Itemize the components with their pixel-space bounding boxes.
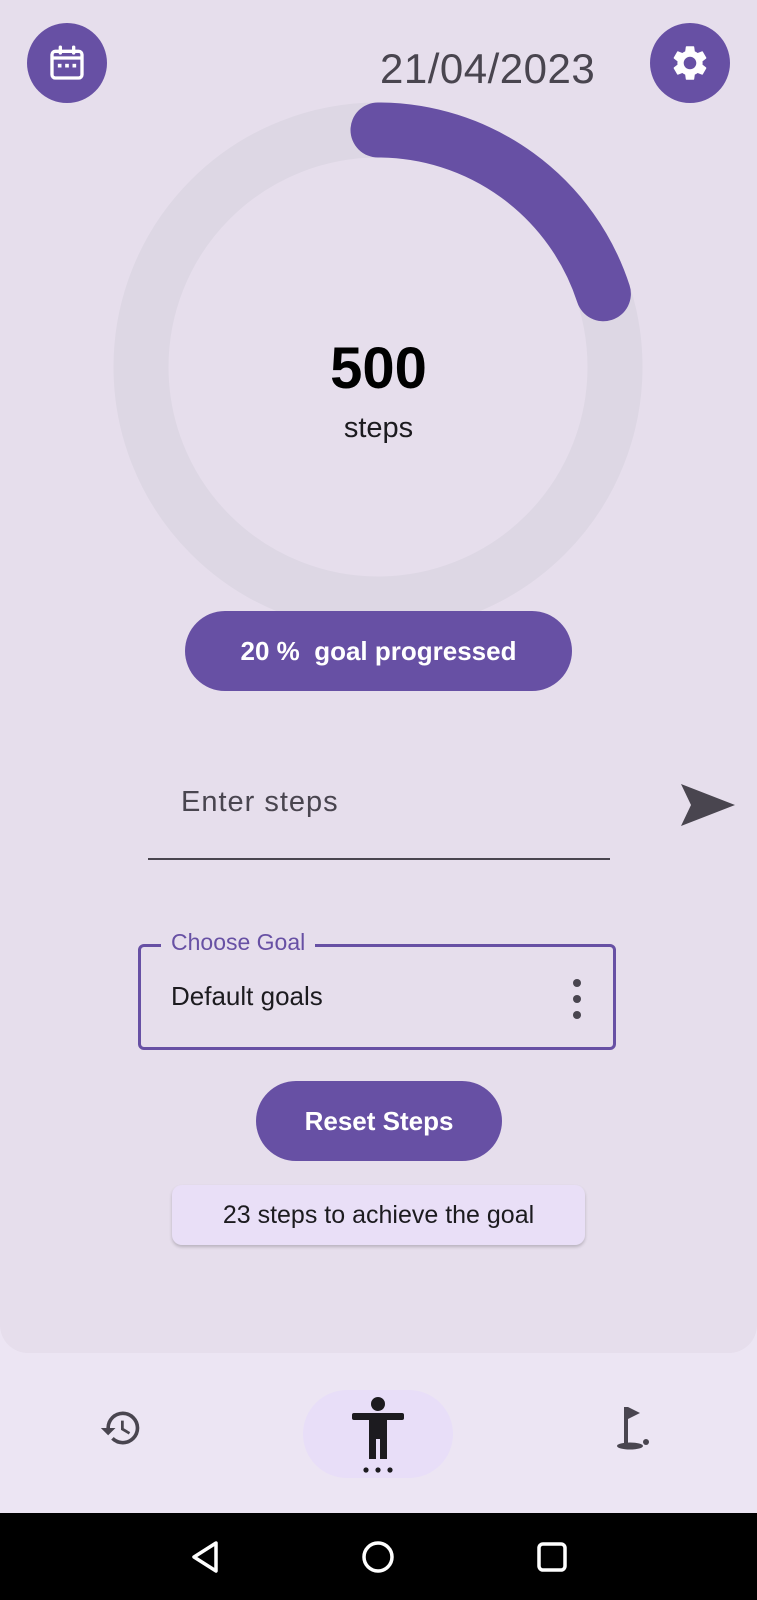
- golf-flag-icon: [617, 1407, 649, 1450]
- goal-progress-badge: 20 % goal progressed: [185, 611, 572, 691]
- home-button[interactable]: [354, 1533, 402, 1581]
- nav-item-steps[interactable]: [348, 1395, 408, 1475]
- system-navigation-bar: [0, 1513, 757, 1600]
- history-icon: [100, 1411, 140, 1445]
- back-button[interactable]: [182, 1533, 230, 1581]
- choose-goal-dropdown[interactable]: Choose Goal Default goals: [138, 929, 616, 1050]
- back-icon: [192, 1541, 218, 1573]
- selected-goal: Default goals: [171, 981, 323, 1011]
- steps-count: 500: [330, 336, 427, 401]
- current-date: 21/04/2023: [380, 45, 596, 92]
- steps-input-placeholder: Enter steps: [181, 786, 339, 818]
- recents-button[interactable]: [528, 1533, 576, 1581]
- steps-input[interactable]: Enter steps: [148, 760, 735, 860]
- remaining-steps-label: 23 steps to achieve the goal: [172, 1185, 585, 1245]
- main-card: 21/04/2023 500 steps 20 % goal progresse…: [0, 0, 757, 1353]
- reset-steps-button[interactable]: Reset Steps: [256, 1081, 502, 1161]
- recents-icon: [537, 1542, 567, 1572]
- home-icon: [362, 1541, 394, 1573]
- steps-unit-label: steps: [343, 412, 414, 444]
- nav-item-goals[interactable]: [612, 1403, 656, 1453]
- gear-icon: [673, 46, 707, 80]
- progress-ring-fill: [350, 102, 631, 322]
- choose-goal-label: Choose Goal: [161, 929, 316, 956]
- send-steps-button[interactable]: [678, 780, 738, 830]
- calendar-button[interactable]: [27, 23, 107, 103]
- accessibility-icon: [352, 1397, 404, 1473]
- bottom-navigation: [0, 1353, 757, 1513]
- nav-item-history[interactable]: [98, 1405, 144, 1451]
- send-icon: [681, 784, 735, 826]
- more-vert-icon[interactable]: [567, 979, 587, 1019]
- app-screen: 21/04/2023 500 steps 20 % goal progresse…: [0, 0, 757, 1600]
- settings-button[interactable]: [650, 23, 730, 103]
- calendar-icon: [50, 45, 84, 80]
